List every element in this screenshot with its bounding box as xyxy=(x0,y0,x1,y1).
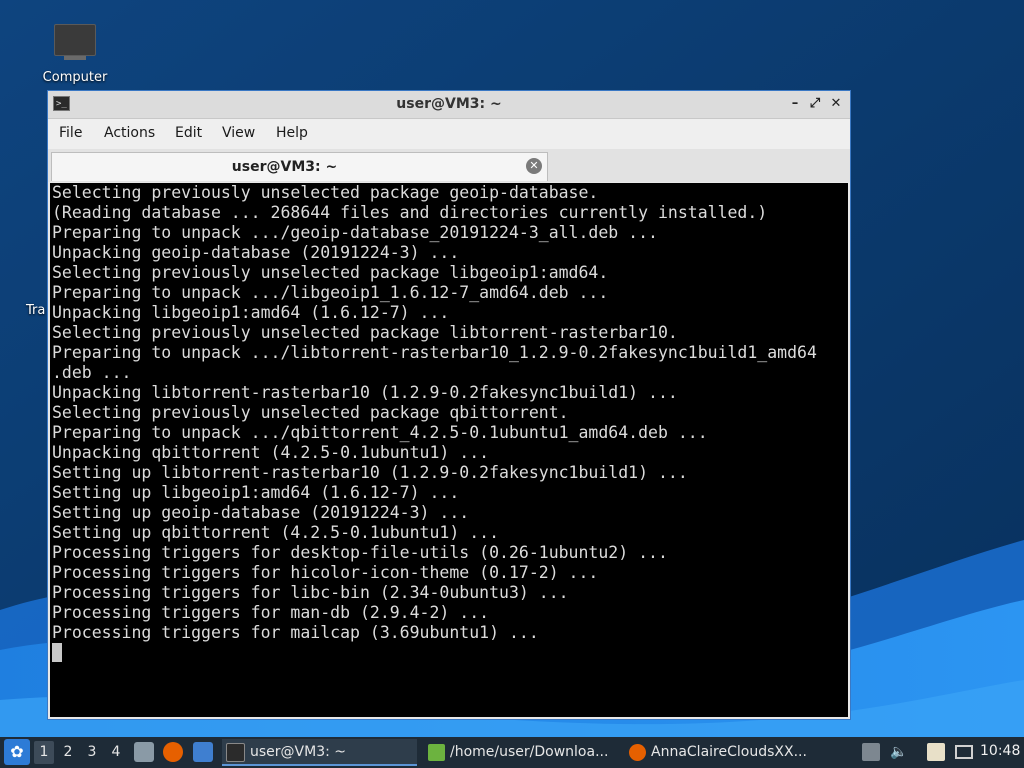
terminal-line: Selecting previously unselected package … xyxy=(52,403,569,422)
terminal-line: Processing triggers for man-db (2.9.4-2)… xyxy=(52,603,490,622)
tab-label: user@VM3: ~ xyxy=(231,159,338,175)
task-firefox[interactable]: AnnaClaireCloudsXX... xyxy=(627,739,819,766)
file-manager-icon[interactable] xyxy=(134,742,154,762)
task-terminal[interactable]: user@VM3: ~ xyxy=(222,739,417,766)
terminal-line: Selecting previously unselected package … xyxy=(52,183,599,202)
volume-icon[interactable]: 🔈 xyxy=(890,743,908,761)
workspace-1[interactable]: 1 xyxy=(34,741,54,764)
terminal-line: Preparing to unpack .../qbittorrent_4.2.… xyxy=(52,423,708,442)
terminal-line: Setting up libtorrent-rasterbar10 (1.2.9… xyxy=(52,463,688,482)
terminal-line: Unpacking libtorrent-rasterbar10 (1.2.9-… xyxy=(52,383,678,402)
minimize-button[interactable]: – xyxy=(786,95,804,113)
terminal-line: Setting up libgeoip1:amd64 (1.6.12-7) ..… xyxy=(52,483,460,502)
terminal-line: Processing triggers for desktop-file-uti… xyxy=(52,543,668,562)
terminal-line: Preparing to unpack .../libtorrent-raste… xyxy=(52,343,817,362)
terminal-line: (Reading database ... 268644 files and d… xyxy=(52,203,768,222)
terminal-line: Selecting previously unselected package … xyxy=(52,323,678,342)
terminal-line: Processing triggers for mailcap (3.69ubu… xyxy=(52,623,539,642)
terminal-icon xyxy=(226,742,245,762)
workspace-4[interactable]: 4 xyxy=(106,741,126,764)
menu-actions[interactable]: Actions xyxy=(104,125,155,141)
tab-terminal[interactable]: user@VM3: ~ ✕ xyxy=(51,152,548,181)
maximize-button[interactable]: ⤢ xyxy=(806,95,824,113)
desktop-icon-trash[interactable]: Tra xyxy=(26,303,45,318)
firefox-icon[interactable] xyxy=(163,742,183,762)
workspace-2[interactable]: 2 xyxy=(58,741,78,764)
clock[interactable]: 10:48 xyxy=(980,743,1020,759)
tab-close-icon[interactable]: ✕ xyxy=(526,158,542,174)
menu-help[interactable]: Help xyxy=(276,125,308,141)
menubar: File Actions Edit View Help xyxy=(48,119,850,149)
terminal-window: >_ user@VM3: ~ – ⤢ ✕ File Actions Edit V… xyxy=(47,90,851,720)
tab-bar: user@VM3: ~ ✕ xyxy=(48,149,850,182)
desktop-icon[interactable] xyxy=(193,742,213,762)
terminal-output[interactable]: Selecting previously unselected package … xyxy=(50,183,848,717)
terminal-line: Preparing to unpack .../geoip-database_2… xyxy=(52,223,658,242)
terminal-line: .deb ... xyxy=(52,363,132,382)
menu-file[interactable]: File xyxy=(59,125,82,141)
terminal-line: Preparing to unpack .../libgeoip1_1.6.12… xyxy=(52,283,609,302)
network-icon[interactable] xyxy=(955,745,973,759)
terminal-prompt-line xyxy=(52,643,848,663)
lubuntu-logo-icon[interactable]: ✿ xyxy=(4,739,30,765)
taskbar: ✿ 1 2 3 4 user@VM3: ~ /home/user/Downloa… xyxy=(0,737,1024,768)
terminal-line: Unpacking libgeoip1:amd64 (1.6.12-7) ... xyxy=(52,303,450,322)
desktop-icon-label: Computer xyxy=(42,70,108,85)
task-label: AnnaClaireCloudsXX... xyxy=(651,744,807,760)
window-titlebar[interactable]: >_ user@VM3: ~ – ⤢ ✕ xyxy=(48,91,850,119)
clipboard-icon[interactable] xyxy=(927,743,945,761)
window-title: user@VM3: ~ xyxy=(396,96,502,112)
menu-edit[interactable]: Edit xyxy=(175,125,202,141)
terminal-line: Processing triggers for hicolor-icon-the… xyxy=(52,563,599,582)
terminal-line: Selecting previously unselected package … xyxy=(52,263,609,282)
archive-icon xyxy=(428,743,445,761)
drive-icon[interactable] xyxy=(862,743,880,761)
computer-icon xyxy=(54,24,96,56)
task-label: user@VM3: ~ xyxy=(250,744,346,760)
close-button[interactable]: ✕ xyxy=(827,95,845,113)
task-label: /home/user/Downloa... xyxy=(450,744,609,760)
terminal-line: Processing triggers for libc-bin (2.34-0… xyxy=(52,583,569,602)
terminal-line: Setting up qbittorrent (4.2.5-0.1ubuntu1… xyxy=(52,523,500,542)
terminal-cursor xyxy=(52,643,62,662)
workspace-3[interactable]: 3 xyxy=(82,741,102,764)
computer-stand xyxy=(64,56,86,60)
terminal-line: Unpacking qbittorrent (4.2.5-0.1ubuntu1)… xyxy=(52,443,490,462)
desktop: Computer Tra >_ user@VM3: ~ – ⤢ ✕ File A… xyxy=(0,0,1024,768)
menu-view[interactable]: View xyxy=(222,125,255,141)
terminal-line: Setting up geoip-database (20191224-3) .… xyxy=(52,503,470,522)
terminal-line: Unpacking geoip-database (20191224-3) ..… xyxy=(52,243,460,262)
desktop-icon-computer[interactable]: Computer xyxy=(34,20,116,85)
desktop-icon-label: Tra xyxy=(26,303,46,318)
task-file-manager[interactable]: /home/user/Downloa... xyxy=(426,739,618,766)
firefox-icon xyxy=(629,743,646,761)
